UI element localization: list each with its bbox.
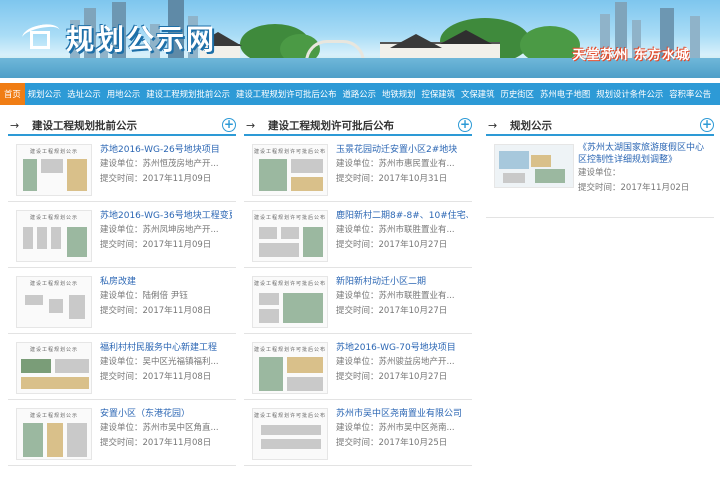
- site-title: 规划公示网: [66, 23, 217, 56]
- column-title[interactable]: 建设工程规划许可批后公布: [268, 118, 394, 133]
- project-thumbnail[interactable]: 建设工程规划许可批后公布: [252, 276, 328, 328]
- nav-item-post-approval[interactable]: 建设工程规划许可批后公布: [233, 83, 340, 105]
- list-item[interactable]: 建设工程规划公示 苏地2016-WG-36号地块工程变更 建设单位：苏州凤坤房地…: [8, 202, 236, 268]
- project-date: 提交时间：2017年11月02日: [578, 183, 690, 193]
- nav-item-historic-blocks[interactable]: 历史街区: [498, 83, 538, 105]
- column-pre-approval: → 建设工程规划批前公示 + 建设工程规划公示 苏地2016-WG-26号地块项…: [8, 116, 236, 466]
- list-item[interactable]: 建设工程规划许可批后公布 鹿阳新村二期8#-8#、10#住宅、... 建设单位：…: [244, 202, 472, 268]
- project-date: 提交时间：2017年10月31日: [336, 174, 448, 184]
- nav-item-pre-approval[interactable]: 建设工程规划批前公示: [143, 83, 233, 105]
- site-banner: 规划公示网 天堂苏州 东方水城: [0, 0, 720, 78]
- column-header: → 建设工程规划许可批后公布 +: [244, 116, 472, 136]
- nav-item-far-notice[interactable]: 容积率公告: [666, 83, 714, 105]
- project-thumbnail[interactable]: 建设工程规划公示: [16, 210, 92, 262]
- project-thumbnail[interactable]: 建设工程规划公示: [16, 144, 92, 196]
- project-date: 提交时间：2017年11月08日: [100, 438, 212, 448]
- project-unit: 建设单位：苏州市联胜置业有...: [336, 291, 455, 301]
- project-name-link[interactable]: 安置小区（东港花园）: [100, 408, 232, 421]
- project-thumbnail[interactable]: 建设工程规划许可批后公布: [252, 408, 328, 460]
- project-date: 提交时间：2017年10月27日: [336, 240, 448, 250]
- project-unit: 建设单位：苏州凤坤房地产开...: [100, 225, 219, 235]
- banner-slogan: 天堂苏州 东方水城: [572, 48, 690, 63]
- project-name-link[interactable]: 鹿阳新村二期8#-8#、10#住宅、...: [336, 210, 468, 223]
- column-header: → 建设工程规划批前公示 +: [8, 116, 236, 136]
- project-date: 提交时间：2017年11月09日: [100, 174, 212, 184]
- project-date: 提交时间：2017年11月09日: [100, 240, 212, 250]
- more-plus-icon[interactable]: +: [458, 118, 472, 132]
- column-planning: → 规划公示 + 《苏州太湖国家旅游度假区中心区控制性详细规划调整》 建设单位：…: [486, 116, 714, 218]
- project-name-link[interactable]: 苏州市吴中区尧南置业有限公司: [336, 408, 468, 421]
- nav-item-e-map[interactable]: 苏州电子地图: [537, 83, 593, 105]
- list-item[interactable]: 建设工程规划许可批后公布 玉景花园动迁安置小区2#地块 建设单位：苏州市惠民置业…: [244, 136, 472, 202]
- project-unit: 建设单位：苏州市惠民置业有...: [336, 159, 455, 169]
- arrow-right-icon: →: [246, 118, 256, 132]
- nav-item-metro[interactable]: 地铁规划: [379, 83, 419, 105]
- column-header: → 规划公示 +: [486, 116, 714, 136]
- nav-item-home[interactable]: 首页: [0, 83, 25, 105]
- project-date: 提交时间：2017年10月25日: [336, 438, 448, 448]
- project-name-link[interactable]: 新阳新村动迁小区二期: [336, 276, 468, 289]
- list-item[interactable]: 建设工程规划许可批后公布 苏地2016-WG-70号地块项目 建设单位：苏州骏益…: [244, 334, 472, 400]
- nav-item-heritage-buildings[interactable]: 文保建筑: [458, 83, 498, 105]
- list-item[interactable]: 建设工程规划公示 苏地2016-WG-26号地块项目 建设单位：苏州恒茂房地产开…: [8, 136, 236, 202]
- list-item[interactable]: 建设工程规划公示 福利村村民服务中心新建工程 建设单位：吴中区光福镇福利... …: [8, 334, 236, 400]
- site-logo[interactable]: 规划公示网: [20, 18, 217, 58]
- project-thumbnail[interactable]: 建设工程规划公示: [16, 276, 92, 328]
- project-date: 提交时间：2017年10月27日: [336, 306, 448, 316]
- project-date: 提交时间：2017年11月08日: [100, 372, 212, 382]
- column-post-approval: → 建设工程规划许可批后公布 + 建设工程规划许可批后公布 玉景花园动迁安置小区…: [244, 116, 472, 466]
- project-thumbnail[interactable]: 建设工程规划公示: [16, 342, 92, 394]
- project-name-link[interactable]: 苏地2016-WG-26号地块项目: [100, 144, 232, 157]
- list-item[interactable]: 建设工程规划公示 安置小区（东港花园） 建设单位：苏州市吴中区角直... 提交时…: [8, 400, 236, 466]
- nav-item-planning[interactable]: 规划公示: [25, 83, 65, 105]
- project-thumbnail[interactable]: 建设工程规划许可批后公布: [252, 144, 328, 196]
- more-plus-icon[interactable]: +: [222, 118, 236, 132]
- project-name-link[interactable]: 玉景花园动迁安置小区2#地块: [336, 144, 468, 157]
- more-plus-icon[interactable]: +: [700, 118, 714, 132]
- project-unit: 建设单位：苏州市联胜置业有...: [336, 225, 455, 235]
- list-item[interactable]: 建设工程规划许可批后公布 新阳新村动迁小区二期 建设单位：苏州市联胜置业有...…: [244, 268, 472, 334]
- project-name-link[interactable]: 苏地2016-WG-70号地块项目: [336, 342, 468, 355]
- project-unit: 建设单位：苏州恒茂房地产开...: [100, 159, 219, 169]
- project-unit: 建设单位：: [578, 168, 621, 178]
- nav-item-site-selection[interactable]: 选址公示: [64, 83, 104, 105]
- list-item[interactable]: 《苏州太湖国家旅游度假区中心区控制性详细规划调整》 建设单位： 提交时间：201…: [486, 136, 714, 218]
- nav-item-roads[interactable]: 道路公示: [340, 83, 380, 105]
- project-name-link[interactable]: 《苏州太湖国家旅游度假区中心区控制性详细规划调整》: [578, 142, 710, 166]
- project-unit: 建设单位：苏州市吴中区角直...: [100, 423, 219, 433]
- project-thumbnail[interactable]: 建设工程规划公示: [16, 408, 92, 460]
- project-unit: 建设单位：苏州骏益房地产开...: [336, 357, 455, 367]
- project-unit: 建设单位：陆俐倍 尹钰: [100, 291, 188, 301]
- column-title[interactable]: 规划公示: [510, 118, 552, 133]
- nav-item-design-conditions[interactable]: 规划设计条件公示: [593, 83, 666, 105]
- main-nav: 首页 规划公示 选址公示 用地公示 建设工程规划批前公示 建设工程规划许可批后公…: [0, 83, 720, 105]
- list-item[interactable]: 建设工程规划许可批后公布 苏州市吴中区尧南置业有限公司 建设单位：苏州市吴中区尧…: [244, 400, 472, 466]
- project-name-link[interactable]: 福利村村民服务中心新建工程: [100, 342, 232, 355]
- logo-icon: [20, 21, 62, 55]
- nav-item-land-use[interactable]: 用地公示: [104, 83, 144, 105]
- project-date: 提交时间：2017年11月08日: [100, 306, 212, 316]
- project-name-link[interactable]: 苏地2016-WG-36号地块工程变更: [100, 210, 232, 223]
- project-unit: 建设单位：吴中区光福镇福利...: [100, 357, 219, 367]
- project-name-link[interactable]: 私房改建: [100, 276, 232, 289]
- nav-item-controlled-buildings[interactable]: 控保建筑: [419, 83, 459, 105]
- project-date: 提交时间：2017年10月27日: [336, 372, 448, 382]
- column-title[interactable]: 建设工程规划批前公示: [32, 118, 137, 133]
- arrow-right-icon: →: [488, 118, 498, 132]
- list-item[interactable]: 建设工程规划公示 私房改建 建设单位：陆俐倍 尹钰 提交时间：2017年11月0…: [8, 268, 236, 334]
- arrow-right-icon: →: [10, 118, 20, 132]
- project-thumbnail[interactable]: 建设工程规划许可批后公布: [252, 342, 328, 394]
- project-thumbnail[interactable]: 建设工程规划许可批后公布: [252, 210, 328, 262]
- project-thumbnail[interactable]: [494, 144, 574, 188]
- project-unit: 建设单位：苏州市吴中区尧南...: [336, 423, 455, 433]
